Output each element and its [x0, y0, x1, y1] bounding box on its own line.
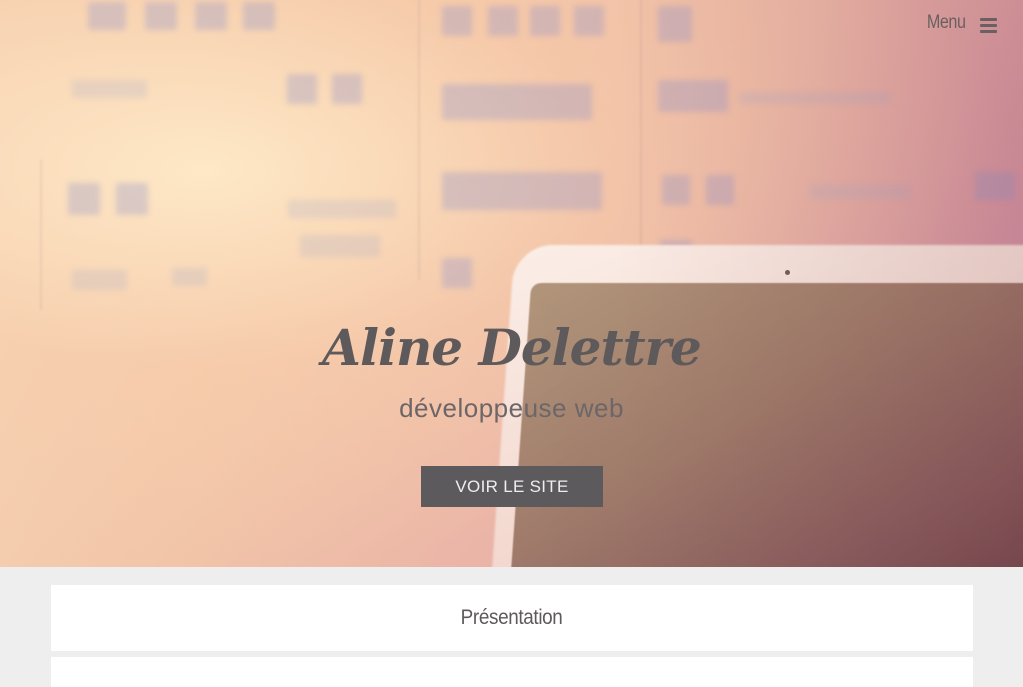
- presentation-section: Présentation: [51, 585, 973, 651]
- menu-toggle[interactable]: Menu: [920, 12, 997, 34]
- section-title: Présentation: [461, 606, 563, 629]
- visit-site-button[interactable]: VOIR LE SITE: [421, 466, 603, 507]
- next-section: [51, 657, 973, 687]
- hero-subtitle: développeuse web: [399, 393, 624, 423]
- hero-banner: Menu Aline Delettre développeuse web VOI…: [0, 0, 1023, 567]
- menu-label: Menu: [927, 12, 966, 33]
- hamburger-icon[interactable]: [980, 17, 997, 33]
- hero-title: Aline Delettre: [322, 318, 702, 377]
